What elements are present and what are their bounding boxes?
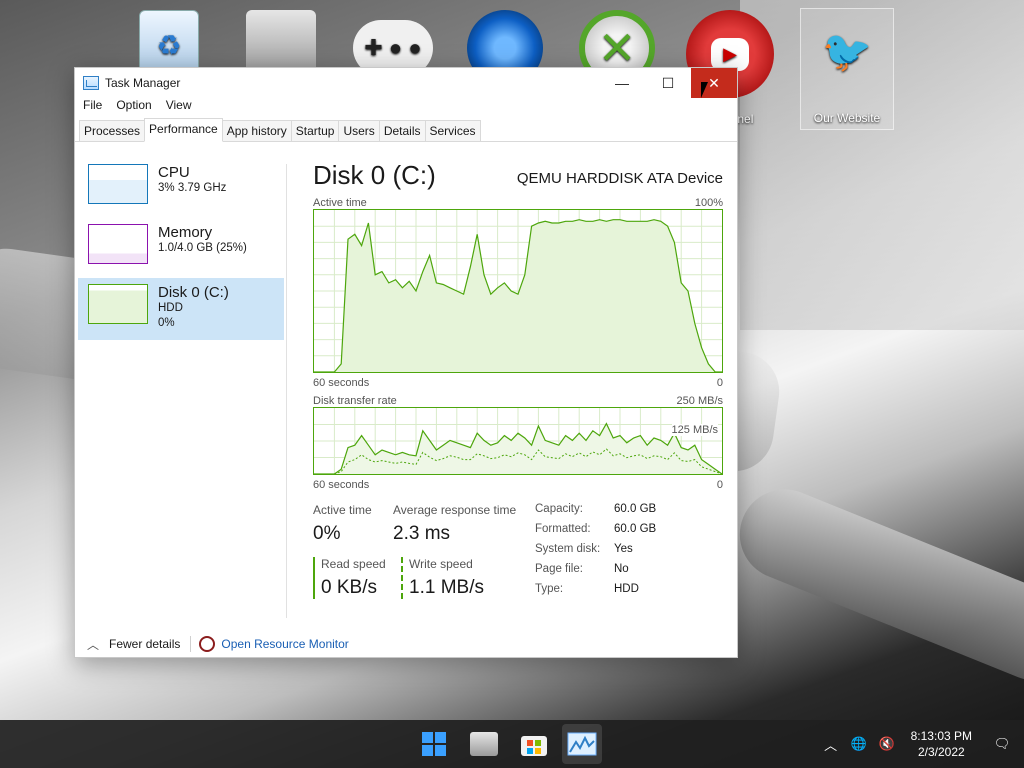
clock-date: 2/3/2022	[917, 745, 965, 759]
menu-bar: File Option View	[75, 98, 737, 116]
desktop-icon-label: Our Website	[813, 111, 881, 125]
write-speed-label: Write speed	[409, 557, 473, 571]
active-time-graph	[313, 209, 723, 373]
sidebar-item-detail: HDD	[158, 302, 183, 314]
start-icon	[422, 732, 446, 756]
response-time-value: 2.3 ms	[393, 523, 451, 544]
tab-details[interactable]: Details	[378, 120, 426, 141]
task-manager-icon	[567, 732, 597, 756]
property-value: Yes	[614, 543, 633, 555]
taskbar: ︿ 🌐 🔇 8:13:03 PM 2/3/2022 🗨	[0, 720, 1024, 768]
sidebar-item-title: CPU	[158, 164, 190, 181]
speaker-muted-icon[interactable]: 🔇	[875, 736, 899, 752]
cpu-mini-graph	[88, 164, 148, 204]
response-time-label: Average response time	[393, 503, 517, 517]
sidebar-item-disk[interactable]: Disk 0 (C:) HDD 0%	[78, 278, 284, 340]
tab-startup[interactable]: Startup	[290, 120, 340, 141]
active-time-label: Active time	[313, 503, 372, 517]
taskbar-store[interactable]	[514, 724, 554, 764]
property-label: Type:	[535, 583, 564, 595]
open-resource-monitor-link[interactable]: Open Resource Monitor	[221, 637, 348, 651]
disk-mini-graph	[88, 284, 148, 324]
active-time-graph-window: 60 seconds	[313, 377, 370, 389]
globe-icon[interactable]: 🌐	[847, 736, 871, 752]
disk-stats: Active time 0% Average response time 2.3…	[313, 503, 723, 599]
property-label: System disk:	[535, 543, 601, 555]
menu-option[interactable]: Option	[116, 98, 151, 116]
footer: ︿ Fewer details Open Resource Monitor	[75, 631, 737, 657]
menu-view[interactable]: View	[166, 98, 192, 116]
tab-app-history[interactable]: App history	[221, 120, 292, 141]
task-manager-window: Task Manager — ☐ ✕ File Option View Proc…	[74, 67, 738, 658]
tab-users[interactable]: Users	[338, 120, 380, 141]
chevron-up-icon[interactable]: ︿	[819, 735, 843, 754]
active-time-graph-min: 0	[716, 377, 723, 389]
clock[interactable]: 8:13:03 PM 2/3/2022	[911, 728, 972, 760]
taskbar-file-explorer[interactable]	[464, 724, 504, 764]
property-label: Capacity:	[535, 503, 583, 515]
start-button[interactable]	[414, 724, 454, 764]
taskbar-task-manager[interactable]	[562, 724, 602, 764]
sidebar-item-usage: 0%	[158, 317, 175, 329]
pane-divider	[286, 164, 287, 618]
sidebar-item-cpu[interactable]: CPU 3% 3.79 GHz	[78, 158, 284, 220]
fewer-details-button[interactable]: Fewer details	[109, 637, 180, 651]
disk-detail-pane: Disk 0 (C:) QEMU HARDDISK ATA Device Act…	[313, 160, 723, 599]
property-value: 60.0 GB	[614, 523, 657, 535]
property-value: 60.0 GB	[614, 503, 657, 515]
desktop-icon-our-website[interactable]: 🐦 Our Website	[800, 8, 894, 130]
transfer-graph-max: 250 MB/s	[676, 395, 723, 407]
sidebar-item-memory[interactable]: Memory 1.0/4.0 GB (25%)	[78, 218, 284, 280]
tab-bar: Processes Performance App history Startu…	[75, 116, 737, 142]
transfer-graph-min: 0	[716, 479, 723, 491]
mouse-cursor	[701, 82, 715, 98]
window-title: Task Manager	[105, 76, 181, 90]
property-value: No	[614, 563, 629, 575]
system-tray: ︿ 🌐 🔇 8:13:03 PM 2/3/2022 🗨	[815, 720, 1024, 768]
tab-processes[interactable]: Processes	[79, 120, 146, 141]
store-icon	[521, 736, 547, 756]
property-label: Formatted:	[535, 523, 591, 535]
resource-sidebar: CPU 3% 3.79 GHz Memory 1.0/4.0 GB (25%) …	[78, 158, 284, 340]
wallpaper-bar-2	[726, 475, 1024, 695]
tab-services[interactable]: Services	[424, 120, 481, 141]
transfer-graph-window: 60 seconds	[313, 479, 370, 491]
minimize-button[interactable]: —	[599, 68, 645, 98]
menu-file[interactable]: File	[83, 98, 102, 116]
file-explorer-icon	[470, 732, 498, 756]
read-speed-value: 0 KB/s	[321, 577, 377, 598]
tab-performance[interactable]: Performance	[144, 118, 223, 142]
active-time-value: 0%	[313, 523, 341, 544]
transfer-rate-graph: 125 MB/s	[313, 407, 723, 475]
read-speed-label: Read speed	[321, 557, 386, 571]
active-time-graph-max: 100%	[694, 197, 723, 209]
property-label: Page file:	[535, 563, 583, 575]
transfer-graph-label: Disk transfer rate	[313, 395, 397, 407]
chevron-up-icon: ︿	[87, 637, 100, 652]
footer-separator	[190, 636, 192, 652]
clock-time: 8:13:03 PM	[910, 729, 972, 743]
disk-properties: Capacity: 60.0 GB Formatted: 60.0 GB Sys…	[535, 503, 656, 599]
notification-icon[interactable]: 🗨	[990, 736, 1014, 752]
page-title: Disk 0 (C:)	[313, 160, 436, 190]
title-bar[interactable]: Task Manager — ☐ ✕	[75, 68, 737, 98]
active-time-graph-label: Active time	[313, 197, 367, 209]
sidebar-item-title: Memory	[158, 224, 213, 241]
write-speed-value: 1.1 MB/s	[409, 577, 484, 598]
window-controls: — ☐ ✕	[599, 68, 737, 98]
sidebar-item-detail: 3% 3.79 GHz	[158, 182, 227, 194]
transfer-graph-mid: 125 MB/s	[671, 424, 718, 436]
sidebar-item-title: Disk 0 (C:)	[158, 284, 229, 301]
property-value: HDD	[614, 583, 639, 595]
task-manager-icon	[83, 76, 99, 90]
our-website-icon: 🐦	[822, 29, 872, 74]
device-name: QEMU HARDDISK ATA Device	[516, 170, 723, 187]
resource-monitor-icon	[199, 636, 216, 652]
memory-mini-graph	[88, 224, 148, 264]
sidebar-item-detail: 1.0/4.0 GB (25%)	[158, 242, 247, 254]
maximize-button[interactable]: ☐	[645, 68, 691, 98]
